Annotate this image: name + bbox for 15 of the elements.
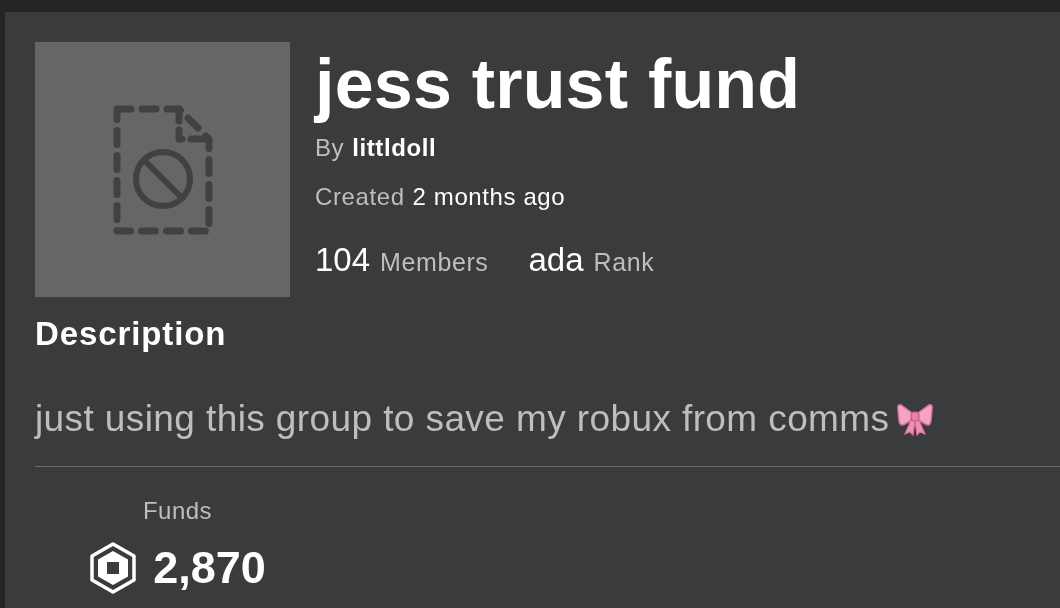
owner-name: littldoll (352, 134, 437, 162)
owner-label: By (315, 134, 345, 162)
stat-caption: Rank (593, 247, 655, 278)
funds-label: Funds (142, 496, 213, 526)
stat-value: 104 (315, 240, 371, 280)
description-text: just using this group to save my robux from comms (35, 397, 890, 441)
blocked-file-icon (112, 104, 213, 235)
ribbon-bow-icon (897, 402, 934, 436)
stat-value: ada (528, 240, 584, 280)
section-heading: Description (35, 314, 227, 354)
created-label: Created (315, 183, 405, 211)
created-date: 2 months ago (412, 183, 566, 211)
stat-caption: Members (380, 247, 489, 278)
hexagon-coin-icon (89, 542, 138, 594)
funds-amount: 2,870 (153, 542, 266, 594)
